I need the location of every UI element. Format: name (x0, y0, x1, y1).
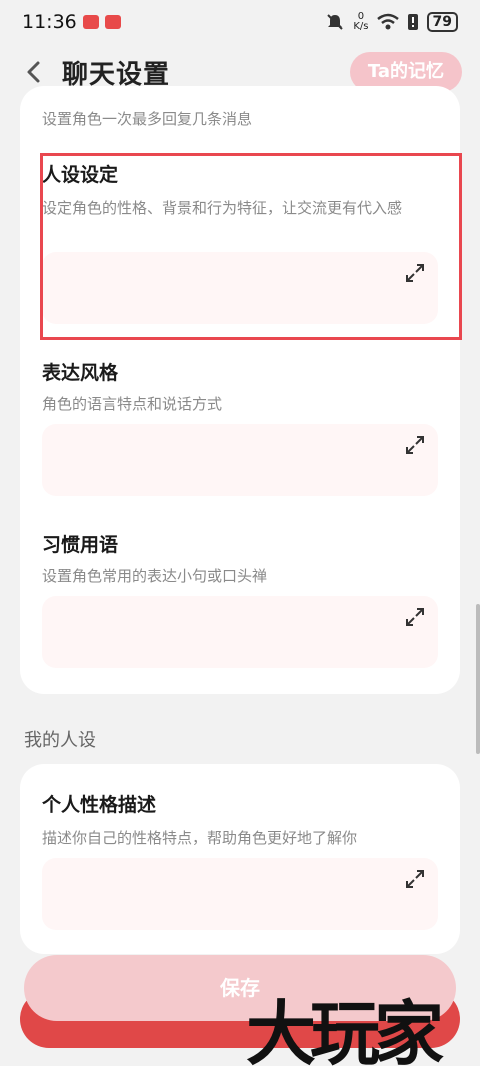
style-section-title: 表达风格 (42, 362, 119, 384)
phrases-section-title: 习惯用语 (42, 534, 119, 556)
phrases-section-desc: 设置角色常用的表达小句或口头禅 (42, 567, 268, 585)
my-persona-title: 个人性格描述 (42, 794, 157, 816)
watermark-logo: 大玩家 (246, 993, 444, 1066)
scrollbar[interactable] (476, 604, 480, 754)
status-time: 11:36 (22, 11, 77, 33)
app-notification-icon (82, 15, 99, 29)
app-notification-icon (104, 15, 121, 29)
phrases-input[interactable] (42, 596, 438, 668)
my-persona-desc: 描述你自己的性格特点，帮助角色更好地了解你 (42, 829, 358, 847)
expand-icon[interactable] (404, 868, 426, 890)
highlight-box (40, 153, 462, 340)
page-title: 聊天设置 (62, 59, 171, 90)
battery-alert-icon (407, 14, 418, 30)
battery-level: 79 (426, 12, 458, 32)
back-button[interactable] (18, 57, 48, 87)
my-persona-input[interactable] (42, 858, 438, 930)
expand-icon[interactable] (404, 434, 426, 456)
reply-limit-hint: 设置角色一次最多回复几条消息 (42, 110, 253, 128)
expand-icon[interactable] (404, 606, 426, 628)
chevron-left-icon (27, 61, 40, 83)
wifi-icon (376, 13, 399, 30)
style-input[interactable] (42, 424, 438, 496)
net-speed: 0 K/s (353, 11, 369, 32)
status-bar: 11:36 0 K/s 79 (0, 0, 480, 44)
style-section-desc: 角色的语言特点和说话方式 (42, 395, 223, 413)
bell-muted-icon (327, 14, 344, 30)
my-persona-label: 我的人设 (24, 730, 96, 751)
